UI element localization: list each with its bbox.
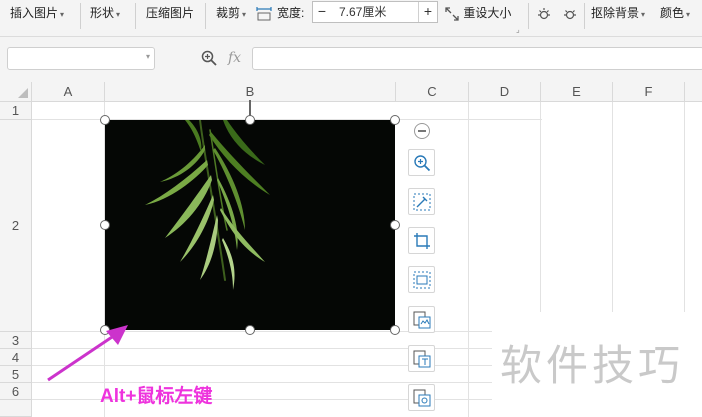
crop-picture-button[interactable] xyxy=(408,227,435,254)
column-header-c[interactable]: C xyxy=(396,82,469,102)
picture-translate-icon xyxy=(413,350,431,368)
divider xyxy=(80,3,81,29)
brightness-increase-button[interactable] xyxy=(536,0,552,28)
formula-bar: ▾ fx xyxy=(0,37,702,83)
column-header-e[interactable]: E xyxy=(541,82,613,102)
frame-icon xyxy=(413,271,431,289)
zoom-in-icon xyxy=(414,155,431,172)
compress-picture-button[interactable]: 压缩图片 xyxy=(146,0,194,28)
minus-icon xyxy=(418,130,426,132)
column-header-g[interactable] xyxy=(685,82,702,102)
column-header-b[interactable]: B xyxy=(105,82,396,102)
compress-label: 压缩图片 xyxy=(146,6,195,20)
color-label: 颜色 xyxy=(660,6,685,20)
collapse-toolbar-button[interactable] xyxy=(414,123,430,139)
resize-handle-right[interactable] xyxy=(390,220,400,230)
resize-handle-left[interactable] xyxy=(100,220,110,230)
resize-handle-top-right[interactable] xyxy=(390,115,400,125)
chevron-down-icon: ▾ xyxy=(242,10,247,19)
shape-label: 形状 xyxy=(90,6,115,20)
zoom-picture-button[interactable] xyxy=(408,149,435,176)
resize-handle-bottom-right[interactable] xyxy=(390,325,400,335)
select-all-corner[interactable] xyxy=(0,82,32,102)
insert-picture-label: 插入图片 xyxy=(10,6,59,20)
remove-background-label: 抠除背景 xyxy=(591,6,640,20)
fx-icon[interactable]: fx xyxy=(228,50,241,66)
grid-line xyxy=(468,102,469,417)
width-decrease-button[interactable]: − xyxy=(313,2,331,22)
crop-label: 裁剪 xyxy=(216,6,241,20)
row-header-3[interactable]: 3 xyxy=(0,332,32,349)
formula-input[interactable] xyxy=(252,47,702,70)
annotation-text: Alt+鼠标左键 xyxy=(100,386,213,407)
row-header-4[interactable]: 4 xyxy=(0,349,32,366)
annotation-arrow-icon xyxy=(47,325,128,382)
selected-picture[interactable] xyxy=(105,120,395,330)
chevron-down-icon: ▾ xyxy=(641,10,646,19)
resize-handle-bottom[interactable] xyxy=(245,325,255,335)
crop-button[interactable]: 裁剪 ▾ xyxy=(216,0,246,28)
brightness-decrease-button[interactable] xyxy=(562,0,578,28)
brightness-up-icon xyxy=(538,7,550,19)
picture-more-icon xyxy=(413,389,431,407)
reset-size-button[interactable]: 重设大小 xyxy=(444,0,511,28)
ribbon-toolbar: 插入图片 ▾ 形状 ▾ 压缩图片 裁剪 ▾ 宽度: − 7.67厘米 + 重设大小 抠… xyxy=(0,0,702,37)
width-icon xyxy=(256,0,272,28)
row-header-2[interactable]: 2 xyxy=(0,120,32,332)
name-box[interactable]: ▾ xyxy=(7,47,155,70)
picture-to-text-button[interactable] xyxy=(408,306,435,333)
width-input[interactable]: − 7.67厘米 + xyxy=(312,1,438,23)
brightness-down-icon xyxy=(564,9,576,19)
row-header-7[interactable] xyxy=(0,400,32,417)
dialog-launcher-icon[interactable]: ⌟ xyxy=(516,25,520,34)
resize-handle-top-left[interactable] xyxy=(100,115,110,125)
width-label: 宽度: xyxy=(277,6,305,20)
chevron-down-icon: ▾ xyxy=(60,10,65,19)
width-increase-button[interactable]: + xyxy=(418,2,437,22)
width-value[interactable]: 7.67厘米 xyxy=(339,2,386,22)
divider xyxy=(205,3,206,29)
column-header-f[interactable]: F xyxy=(613,82,685,102)
plant-leaves-image xyxy=(145,120,270,290)
chevron-down-icon: ▾ xyxy=(145,52,150,61)
zoom-search-icon[interactable] xyxy=(200,49,218,70)
picture-more-button[interactable] xyxy=(408,384,435,411)
chevron-down-icon: ▾ xyxy=(686,10,691,19)
watermark-text: 软件技巧 xyxy=(500,342,685,389)
row-header-1[interactable]: 1 xyxy=(0,102,32,120)
column-header-d[interactable]: D xyxy=(469,82,541,102)
picture-frame-button[interactable] xyxy=(408,266,435,293)
reset-size-icon xyxy=(445,7,459,21)
color-button[interactable]: 颜色 ▾ xyxy=(660,0,690,28)
column-header-a[interactable]: A xyxy=(32,82,105,102)
shape-button[interactable]: 形状 ▾ xyxy=(90,0,120,28)
crop-icon xyxy=(414,233,430,249)
remove-background-button[interactable]: 抠除背景 ▾ xyxy=(591,0,645,28)
divider xyxy=(135,3,136,29)
row-header-5[interactable]: 5 xyxy=(0,366,32,383)
chevron-down-icon: ▾ xyxy=(116,10,121,19)
edit-picture-icon xyxy=(413,193,431,211)
insert-picture-button[interactable]: 插入图片 ▾ xyxy=(10,0,64,28)
resize-handle-top[interactable] xyxy=(245,115,255,125)
grid-line xyxy=(684,102,685,312)
edit-picture-button[interactable] xyxy=(408,188,435,215)
picture-translate-button[interactable] xyxy=(408,345,435,372)
reset-size-label: 重设大小 xyxy=(463,6,512,20)
picture-to-text-icon xyxy=(413,311,431,329)
row-header-6[interactable]: 6 xyxy=(0,383,32,400)
grid-line xyxy=(540,102,541,312)
grid-line xyxy=(612,102,613,312)
divider xyxy=(528,3,529,29)
divider xyxy=(584,3,585,29)
